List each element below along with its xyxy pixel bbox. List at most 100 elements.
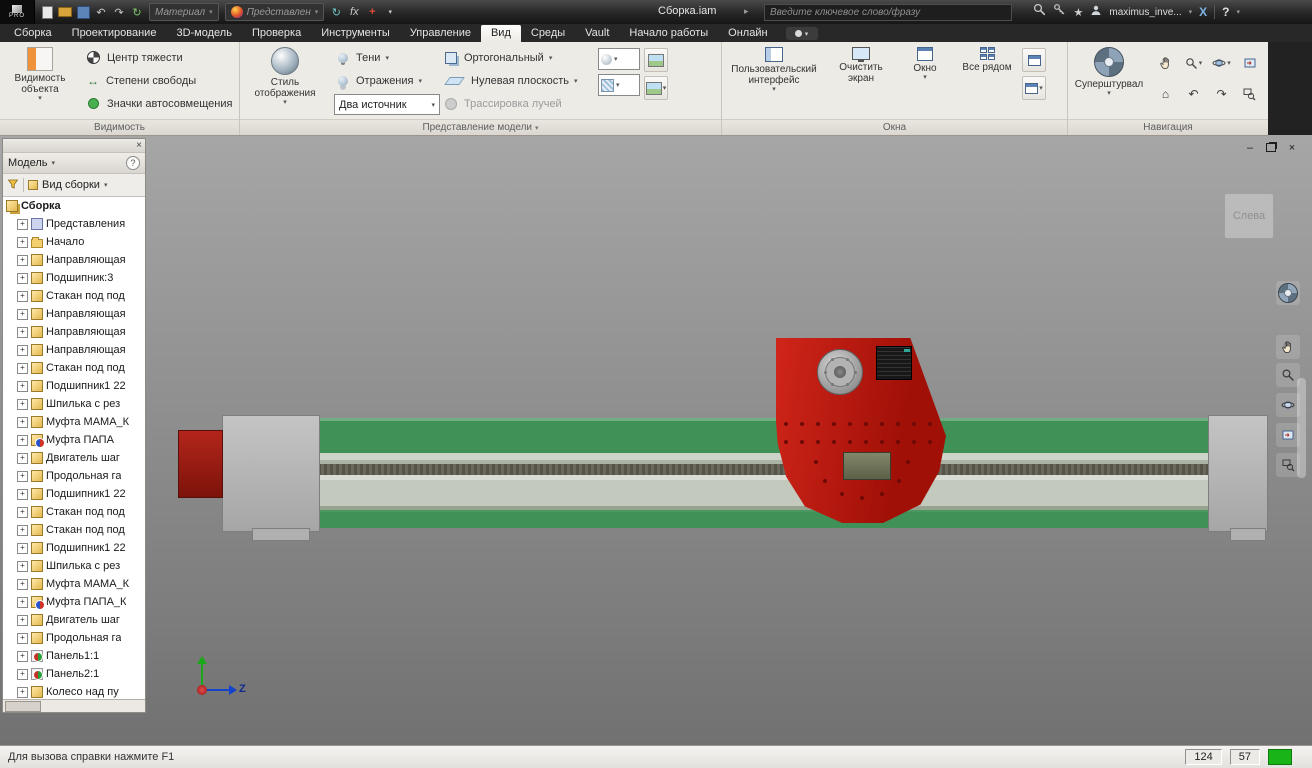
ribbon-tab[interactable]: Vault: [575, 25, 619, 42]
tree-item[interactable]: + Стакан под под: [3, 359, 145, 377]
expand-toggle[interactable]: +: [17, 488, 28, 500]
tree-item[interactable]: + Начало: [3, 233, 145, 251]
shadows-button[interactable]: Тени ▾: [330, 46, 438, 69]
expand-toggle[interactable]: +: [17, 344, 28, 356]
ribbon-tab[interactable]: Вид: [480, 25, 521, 42]
redo-button[interactable]: ↷: [111, 4, 127, 20]
orthographic-button[interactable]: Ортогональный ▾: [438, 46, 596, 69]
tree-item[interactable]: + Подшипник:3: [3, 269, 145, 287]
filter-icon[interactable]: [7, 178, 19, 193]
qat-dropdown-button[interactable]: ▾: [382, 4, 398, 20]
appearance-mini-dropdown[interactable]: ▾: [598, 48, 640, 70]
bearing-block-right[interactable]: [1208, 415, 1268, 532]
title-menu-arrow-icon[interactable]: ▸: [744, 6, 749, 17]
viewport[interactable]: – × Слева Z: [0, 135, 1312, 745]
expand-toggle[interactable]: +: [17, 578, 28, 590]
stepper-motor-left[interactable]: [178, 430, 223, 498]
texture-mini-dropdown[interactable]: ▾: [598, 74, 640, 96]
ribbon-display-toggle[interactable]: ▾: [785, 27, 818, 40]
lead-screw-nut[interactable]: [843, 452, 891, 480]
close-button[interactable]: ×: [1284, 141, 1300, 154]
tree-item[interactable]: + Двигатель шаг: [3, 611, 145, 629]
open-button[interactable]: [57, 4, 73, 20]
add-button[interactable]: +: [364, 4, 380, 20]
ribbon-tab[interactable]: Начало работы: [619, 25, 718, 42]
expand-toggle[interactable]: +: [17, 542, 28, 554]
ribbon-tab[interactable]: Онлайн: [718, 25, 777, 42]
material-combobox[interactable]: Материал ▾: [149, 3, 219, 21]
view-cube[interactable]: Слева: [1224, 193, 1274, 239]
tree-item[interactable]: + Колесо над пу: [3, 683, 145, 699]
tree-item[interactable]: + Подшипник1 22: [3, 377, 145, 395]
orbit-button[interactable]: ▾: [1208, 48, 1235, 78]
mount-foot-right[interactable]: [1230, 528, 1266, 541]
username-label[interactable]: maximus_inve...: [1109, 7, 1181, 18]
expand-toggle[interactable]: +: [17, 308, 28, 320]
expand-toggle[interactable]: +: [17, 398, 28, 410]
carriage-plate[interactable]: [776, 338, 946, 523]
ribbon-tab[interactable]: Сборка: [4, 25, 62, 42]
save-button[interactable]: [75, 4, 91, 20]
ribbon-tab[interactable]: Проверка: [242, 25, 311, 42]
expand-toggle[interactable]: +: [17, 632, 28, 644]
exchange-apps-icon[interactable]: X: [1199, 5, 1207, 19]
undo-button[interactable]: ↶: [93, 4, 109, 20]
window-button[interactable]: Окно ▾: [896, 44, 954, 81]
tree-item[interactable]: Сборка: [3, 197, 145, 215]
browser-close-button[interactable]: ×: [136, 140, 142, 151]
browser-horizontal-scrollbar[interactable]: [3, 699, 145, 712]
assembly-view-dropdown[interactable]: Вид сборки: [42, 179, 100, 191]
appearance-combobox[interactable]: Представлен ▾: [224, 3, 325, 21]
display-style-button[interactable]: Стиль отображения ▾: [240, 44, 330, 106]
tree-item[interactable]: + Направляющая: [3, 341, 145, 359]
tree-item[interactable]: + Шпилька с рез: [3, 395, 145, 413]
parameters-fx-button[interactable]: fx: [346, 4, 362, 20]
tree-item[interactable]: + Продольная га: [3, 629, 145, 647]
image-view-button[interactable]: [644, 48, 668, 72]
ribbon-tab[interactable]: 3D-модель: [166, 25, 241, 42]
tree-item[interactable]: + Направляющая: [3, 323, 145, 341]
ribbon-tab[interactable]: Среды: [521, 25, 575, 42]
object-visibility-button[interactable]: Видимость объекта ▾: [0, 44, 80, 102]
search-input[interactable]: [764, 4, 1012, 21]
tree-item[interactable]: + Панель2:1: [3, 665, 145, 683]
refresh-button[interactable]: ↻: [328, 4, 344, 20]
tree-item[interactable]: + Муфта ПАПА_К: [3, 593, 145, 611]
tree-item[interactable]: + Муфта ПАПА: [3, 431, 145, 449]
expand-toggle[interactable]: +: [17, 254, 28, 266]
lead-screw[interactable]: [222, 464, 1268, 475]
viewport-scrollbar[interactable]: [1297, 378, 1306, 478]
previous-view-button[interactable]: ↶: [1180, 79, 1207, 109]
layers-dropdown-button[interactable]: ▾: [644, 76, 668, 100]
update-button[interactable]: ↻: [129, 4, 145, 20]
degrees-of-freedom-button[interactable]: ↔ Степени свободы: [80, 69, 237, 92]
expand-toggle[interactable]: +: [17, 362, 28, 374]
ribbon-tab[interactable]: Управление: [400, 25, 481, 42]
expand-toggle[interactable]: +: [17, 470, 28, 482]
expand-toggle[interactable]: +: [17, 416, 28, 428]
tree-item[interactable]: + Муфта МАМА_К: [3, 413, 145, 431]
pan-tool-button[interactable]: [1276, 335, 1300, 359]
user-avatar-icon[interactable]: [1090, 3, 1102, 21]
cascade-windows-button[interactable]: [1022, 48, 1046, 72]
expand-toggle[interactable]: +: [17, 326, 28, 338]
expand-toggle[interactable]: +: [17, 380, 28, 392]
bearing-block-left[interactable]: [222, 415, 320, 532]
expand-toggle[interactable]: +: [17, 686, 28, 698]
expand-toggle[interactable]: +: [17, 434, 28, 446]
pan-button[interactable]: [1152, 48, 1179, 78]
expand-toggle[interactable]: +: [17, 668, 28, 680]
expand-toggle[interactable]: +: [17, 614, 28, 626]
linear-rail[interactable]: [222, 418, 1268, 528]
tree-item[interactable]: + Двигатель шаг: [3, 449, 145, 467]
inventor-logo[interactable]: PRO: [0, 0, 35, 24]
steering-wheel-button[interactable]: Суперштурвал ▾: [1068, 44, 1150, 97]
next-view-button[interactable]: ↷: [1208, 79, 1235, 109]
expand-toggle[interactable]: +: [17, 236, 28, 248]
expand-toggle[interactable]: +: [17, 452, 28, 464]
look-at-button[interactable]: [1236, 48, 1263, 78]
tree-item[interactable]: + Направляющая: [3, 251, 145, 269]
tree-item[interactable]: + Панель1:1: [3, 647, 145, 665]
group-label-model-appearance[interactable]: Представление модели ▾: [240, 119, 721, 135]
tree-item[interactable]: + Представления: [3, 215, 145, 233]
